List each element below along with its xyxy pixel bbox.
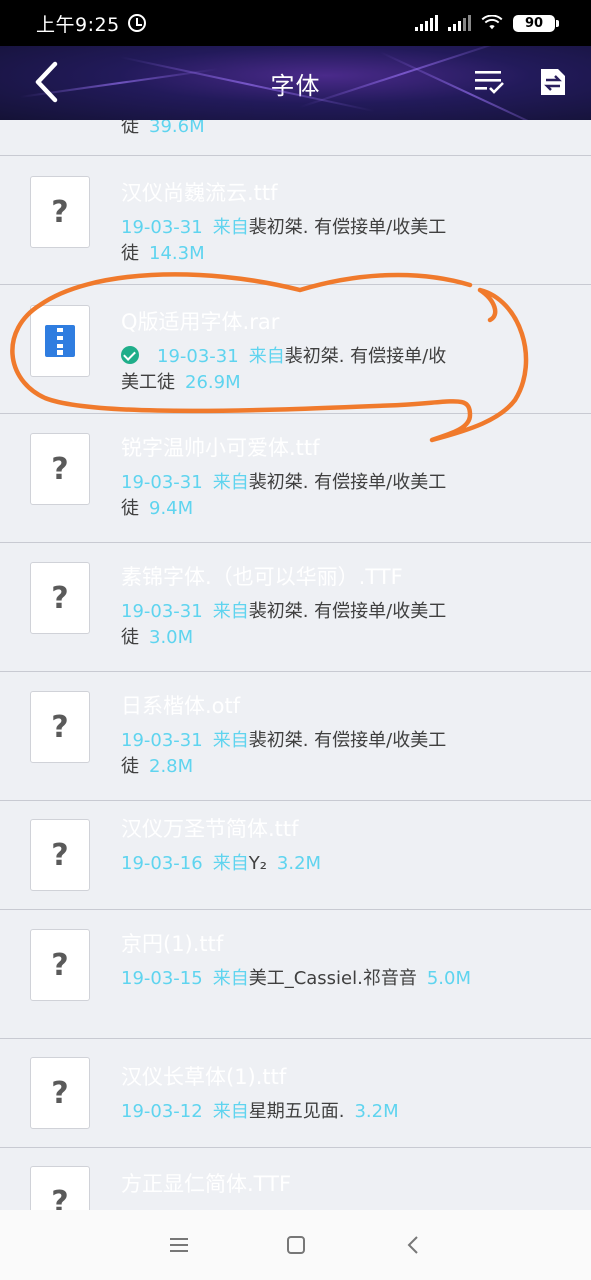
- file-item[interactable]: ? 方正显仁简体.TTF: [0, 1148, 591, 1210]
- app-header: 字体: [0, 46, 591, 120]
- file-name: 京円(1).ttf: [121, 932, 224, 956]
- file-list: 徒 39.6M ? 汉仪尚巍流云.ttf 19-03-31 来自裴初桀. 有偿接单/…: [0, 120, 591, 1210]
- file-meta: 19-03-31 来自裴初桀. 有偿接单/收美工 徒 3.0M: [121, 601, 447, 648]
- file-transfer-icon: [541, 69, 565, 95]
- file-item[interactable]: ? 汉仪尚巍流云.ttf 19-03-31 来自裴初桀. 有偿接单/收美工 徒 14…: [0, 156, 591, 285]
- file-name: 汉仪长草体(1).ttf: [121, 1065, 287, 1089]
- file-item[interactable]: ? 汉仪长草体(1).ttf 19-03-12 来自星期五见面. 3.2M: [0, 1039, 591, 1148]
- alarm-icon: [127, 14, 146, 32]
- unknown-file-icon: ?: [51, 1184, 69, 1211]
- zip-archive-icon: [45, 325, 75, 357]
- file-item[interactable]: ? 日系楷体.otf 19-03-31 来自裴初桀. 有偿接单/收美工 徒 2.8M: [0, 672, 591, 801]
- file-meta: 19-03-31 来自裴初桀. 有偿接单/收美工 徒 2.8M: [121, 730, 447, 777]
- file-meta: 19-03-12 来自星期五见面. 3.2M: [121, 1101, 399, 1122]
- chevron-left-icon: [35, 61, 58, 103]
- file-size: 3.2M: [276, 853, 322, 874]
- file-size: 2.8M: [149, 756, 194, 777]
- file-item[interactable]: ? 锐字温帅小可爱体.ttf 19-03-31 来自裴初桀. 有偿接单/收美工 徒…: [0, 414, 591, 543]
- cell-signal-icon: [415, 15, 438, 31]
- file-meta: 19-03-31 来自裴初桀. 有偿接单/收美工 徒 9.4M: [121, 472, 447, 519]
- file-sender: 裴初桀. 有偿接单/收美工: [248, 730, 447, 751]
- status-bar: 上午9:25 90: [0, 0, 591, 46]
- downloaded-check-icon: [121, 346, 139, 364]
- system-back-button[interactable]: [393, 1225, 433, 1265]
- file-name: 日系楷体.otf: [121, 694, 241, 718]
- file-size: 5.0M: [426, 968, 472, 989]
- file-name: 汉仪万圣节简体.ttf: [121, 817, 299, 841]
- unknown-file-icon: ?: [51, 709, 69, 745]
- file-size: 3.2M: [354, 1101, 399, 1122]
- file-size: 39.6M: [149, 120, 205, 137]
- unknown-file-icon: ?: [51, 1075, 69, 1111]
- home-square-icon: [286, 1236, 305, 1254]
- file-item[interactable]: ? 汉仪万圣节简体.ttf 19-03-16 来自Y₂ 3.2M: [0, 801, 591, 910]
- file-transfer-button[interactable]: [533, 62, 573, 102]
- file-thumbnail: [30, 305, 90, 377]
- system-nav-bar: [0, 1210, 591, 1280]
- file-date: 19-03-15: [121, 968, 203, 989]
- file-date: 19-03-12: [121, 1101, 203, 1122]
- file-thumbnail: ?: [30, 691, 90, 763]
- file-meta: 19-03-31 来自裴初桀. 有偿接单/收 美工徒 26.9M: [121, 346, 447, 393]
- file-size: 14.3M: [149, 243, 205, 264]
- unknown-file-icon: ?: [51, 837, 69, 873]
- file-date: 19-03-16: [121, 853, 203, 874]
- file-thumbnail: ?: [30, 1057, 90, 1129]
- status-time: 上午9:25: [36, 13, 120, 36]
- unknown-file-icon: ?: [51, 580, 69, 616]
- file-size: 26.9M: [185, 372, 241, 393]
- file-item[interactable]: ? 素锦字体.（也可以华丽）.TTF 19-03-31 来自裴初桀. 有偿接单/收…: [0, 543, 591, 672]
- multi-select-button[interactable]: [469, 62, 509, 102]
- file-date: 19-03-31: [121, 217, 203, 238]
- file-item[interactable]: Q版适用字体.rar 19-03-31 来自裴初桀. 有偿接单/收 美工徒 26.9…: [0, 285, 591, 414]
- file-item[interactable]: ? 京円(1).ttf 19-03-15 来自美工_Cassiel.祁音音 5.0M: [0, 910, 591, 1039]
- file-thumbnail: ?: [30, 1166, 90, 1210]
- unknown-file-icon: ?: [51, 947, 69, 983]
- file-meta: 19-03-15 来自美工_Cassiel.祁音音 5.0M: [121, 968, 472, 989]
- battery-indicator: 90: [513, 14, 559, 32]
- menu-button[interactable]: [159, 1225, 199, 1265]
- back-button[interactable]: [22, 58, 70, 106]
- file-size: 9.4M: [149, 498, 194, 519]
- file-meta: 19-03-16 来自Y₂ 3.2M: [121, 853, 322, 874]
- chevron-left-icon: [407, 1236, 418, 1254]
- file-name: Q版适用字体.rar: [121, 310, 280, 334]
- file-thumbnail: ?: [30, 562, 90, 634]
- file-meta: 徒 39.6M: [121, 120, 501, 140]
- file-sender: 裴初桀. 有偿接单/收美工: [248, 472, 447, 493]
- file-sender: 星期五见面.: [248, 1101, 345, 1122]
- file-size: 3.0M: [149, 627, 194, 648]
- unknown-file-icon: ?: [51, 451, 69, 487]
- file-name: 素锦字体.（也可以华丽）.TTF: [121, 565, 403, 589]
- file-name: 汉仪尚巍流云.ttf: [121, 181, 278, 205]
- file-thumbnail: ?: [30, 176, 90, 248]
- checklist-icon: [475, 71, 504, 94]
- file-meta: 19-03-31 来自裴初桀. 有偿接单/收美工 徒 14.3M: [121, 217, 447, 264]
- unknown-file-icon: ?: [51, 194, 69, 230]
- file-name: 锐字温帅小可爱体.ttf: [121, 436, 320, 460]
- file-sender: 裴初桀. 有偿接单/收美工: [248, 601, 447, 622]
- file-sender: Y₂: [248, 853, 267, 874]
- file-thumbnail: ?: [30, 819, 90, 891]
- home-button[interactable]: [276, 1225, 316, 1265]
- file-date: 19-03-31: [121, 601, 203, 622]
- file-sender: 裴初桀. 有偿接单/收: [284, 346, 447, 367]
- menu-icon: [169, 1238, 188, 1252]
- cell-signal-2-icon: [448, 15, 471, 31]
- file-date: 19-03-31: [121, 472, 203, 493]
- file-sender: 裴初桀. 有偿接单/收美工: [248, 217, 447, 238]
- file-date: 19-03-31: [157, 346, 239, 367]
- file-item[interactable]: 徒 39.6M: [0, 120, 591, 156]
- file-name: 方正显仁简体.TTF: [121, 1172, 292, 1196]
- file-thumbnail: ?: [30, 433, 90, 505]
- file-date: 19-03-31: [121, 730, 203, 751]
- file-sender: 美工_Cassiel.祁音音: [248, 968, 417, 989]
- file-thumbnail: ?: [30, 929, 90, 1001]
- wifi-icon: [481, 15, 503, 30]
